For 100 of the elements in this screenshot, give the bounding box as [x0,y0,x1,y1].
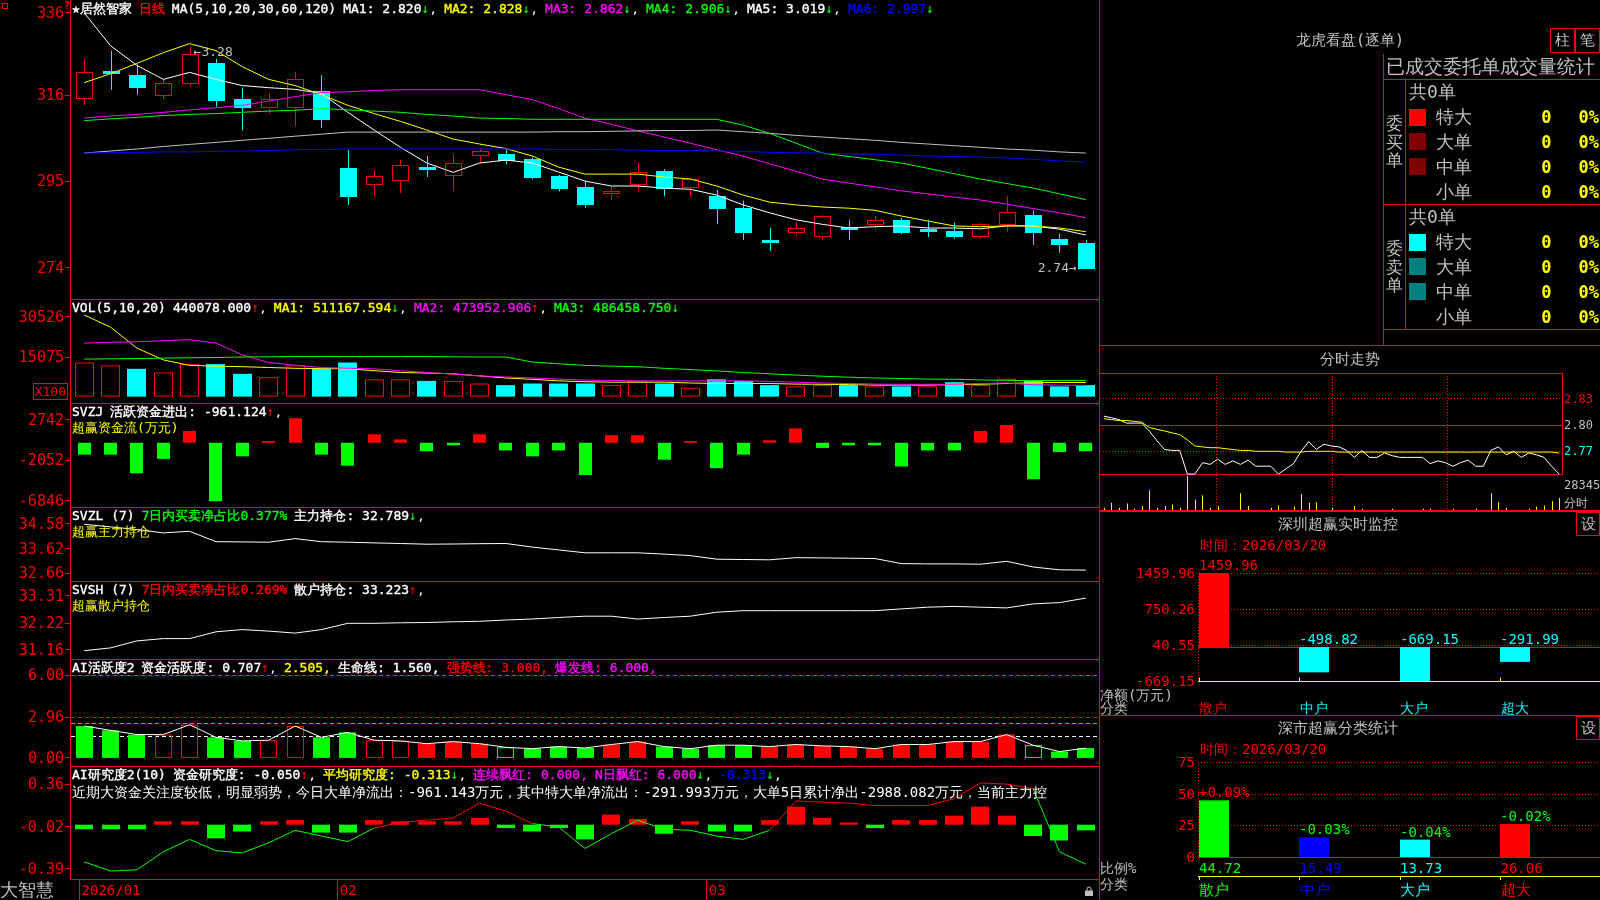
order-count: 0 [1541,156,1552,177]
axis-title: 分时 [1564,496,1588,510]
legend-separator: , [833,1,841,16]
legend-separator: , [416,508,425,523]
axis-label: 1459.96 [1136,565,1195,581]
candle [234,87,251,131]
panel-title: 深圳超赢实时监控 [1278,514,1398,535]
candle [630,162,647,192]
order-count: 0 [1541,281,1552,302]
legend-text: 资金研究度: -0.050 [172,767,301,782]
axis-label: -669.15 [1136,673,1195,689]
legend-text: MA6: 2.997 [847,1,927,16]
order-share: 0% [1578,107,1599,128]
mode-button[interactable]: 笔 [1575,28,1600,53]
legend-separator: , [774,767,782,782]
axis-label: 32.22 [18,615,64,632]
date-label: 02 [336,880,359,900]
legend-text: 活跃资金进出: -961.124 [110,404,267,419]
legend-separator: , [732,1,740,16]
category-label: 散户 [1198,880,1229,900]
legend-text: SVZL (7) [72,508,135,523]
candle [208,58,225,108]
order-share: 0% [1578,181,1599,202]
legend-separator: , [399,300,407,315]
help-mark[interactable]: ? [63,0,70,11]
legend-text: SVZJ [72,404,104,419]
legend-text: 生命线: 1.560, [337,660,440,675]
value-label: -498.82 [1299,631,1358,648]
legend-text: SVSH (7) [72,582,135,597]
candle [735,200,752,241]
candle [392,159,409,194]
axis-title: 比例% [1100,861,1137,875]
square-icon [2,3,8,9]
legend-separator: , [530,1,539,16]
time-label: 时间：2026/03/20 [1200,741,1327,757]
candle [129,64,146,96]
legend-text: 日线 [138,1,165,16]
value-label: 1459.96 [1199,557,1258,573]
trend-arrow: ↓ [696,767,705,782]
candle [313,74,330,129]
time-label: 时间：2026/03/20 [1200,537,1327,553]
category-label: 超大 [1499,702,1529,715]
trend-arrow: ↓ [825,1,834,16]
order-share: 0% [1578,132,1599,152]
axis-label: 750.26 [1144,601,1195,617]
axis-label: 274 [36,259,64,276]
axis-label: 75 [1178,754,1195,770]
trend-arrow: ↓ [450,767,459,782]
axis-title: 分类 [1100,877,1128,891]
legend-text: 强势线: 3.000, [446,660,549,675]
order-type: 特大 [1436,105,1472,130]
date-label: 2026/01 [78,880,143,900]
legend-text: 平均研究度: -0.313 [323,767,451,782]
legend-separator: , [539,300,547,315]
group-label: 委买单 [1386,113,1403,171]
legend-text: MA(5,10,20,30,60,120) [171,1,337,16]
legend-text: 7日内买卖净占比0.377% [141,508,288,523]
mode-button[interactable]: 柱 [1550,28,1575,53]
legend-text: MA1: 2.820 [343,1,422,16]
unit-label: X100 [32,383,68,400]
trend-arrow: ↓ [421,1,430,16]
order-count: 0 [1541,306,1552,327]
value-label: 26.06 [1499,861,1543,876]
trend-arrow: ↑ [251,300,260,315]
trend-arrow: ↑ [300,767,309,782]
trend-arrow: ↓ [623,1,632,16]
legend-text: VOL(5,10,20) [72,300,166,315]
legend-text: 资金活跃度: 0.707 [141,660,262,675]
trend-arrow: ↓ [766,767,775,782]
legend-separator: , [269,660,277,675]
trend-arrow: ↓ [409,508,417,523]
candle [366,169,383,197]
date-label: 03 [705,880,728,900]
trend-arrow: ↓ [522,1,531,16]
trend-arrow: ↑ [531,300,540,315]
order-type: 大单 [1436,130,1472,154]
axis-label: 0.36 [27,776,64,793]
trend-arrow: ↑ [261,660,270,675]
legend-separator: , [259,300,267,315]
candle [656,168,673,197]
change-label: -0.02% [1500,808,1551,824]
settings-button[interactable]: 设 [1576,716,1600,740]
legend-text: 主力持仓: 32.789 [294,508,410,523]
axis-label: 25 [1178,817,1195,834]
candle [103,50,120,91]
legend-text: MA2: 473952.906 [413,300,532,315]
candle [524,156,541,180]
legend-text: ★居然智家 [72,1,132,16]
legend-separator: , [704,767,713,782]
axis-label: 2.83 [1564,391,1593,406]
trend-arrow: ↓ [926,1,934,16]
candle [577,180,594,209]
settings-button[interactable]: 设 [1576,512,1600,536]
price-label: 2.74→ [1037,259,1077,275]
group-label: 委卖单 [1386,238,1403,296]
legend-separator: , [308,767,317,782]
category-label: 中户 [1298,880,1330,900]
category-label: 超大 [1499,880,1531,900]
candle [1078,239,1095,269]
order-count: 0 [1541,257,1552,277]
